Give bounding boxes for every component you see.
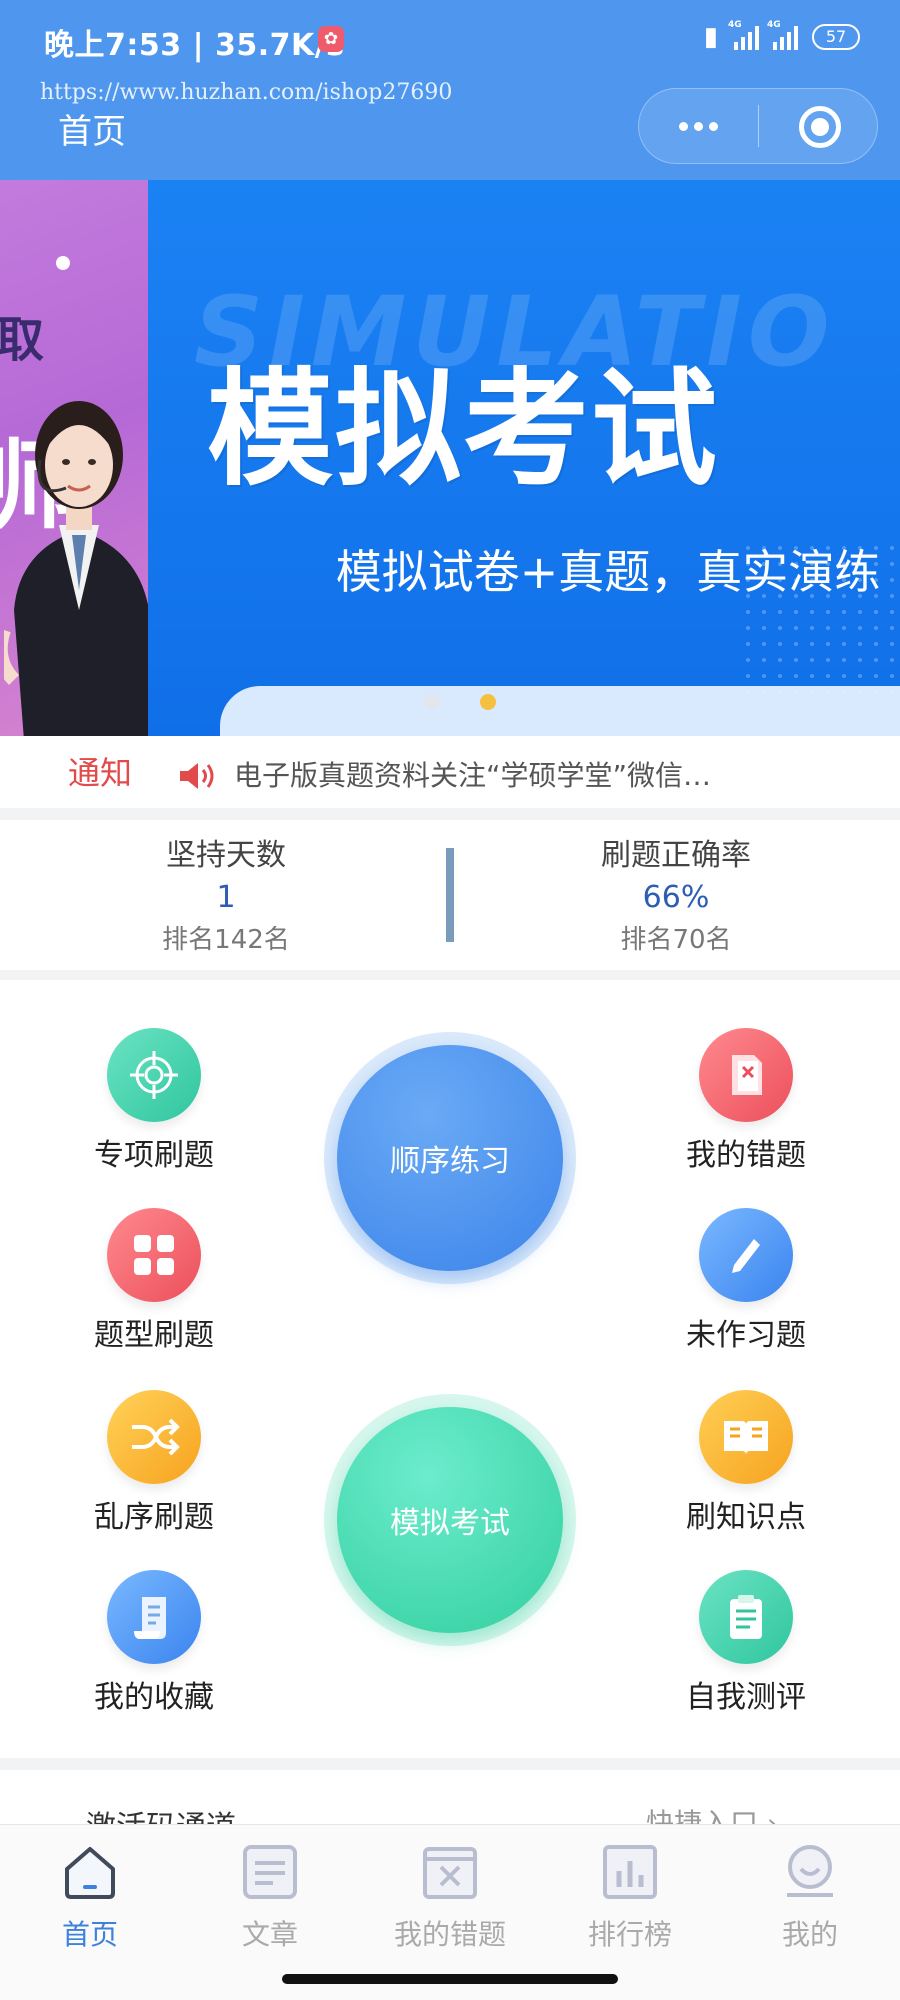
grid-icon — [107, 1208, 201, 1302]
notice-text: 电子版真题资料关注“学硕学堂”微信… — [234, 759, 712, 792]
stat-rank: 排名70名 — [620, 925, 732, 955]
profile-icon — [787, 1845, 833, 1897]
stat-rank: 排名142名 — [162, 925, 290, 955]
status-time: 晚上7:53 | 35.7K/s — [44, 28, 345, 63]
item-label: 未作习题 — [686, 1318, 806, 1353]
document-icon — [107, 1570, 201, 1664]
stat-title: 刷题正确率 — [601, 838, 751, 873]
question-type-practice-button[interactable]: 题型刷题 — [54, 1208, 254, 1354]
my-wrong-questions-button[interactable]: 我的错题 — [646, 1028, 846, 1174]
item-label: 自我测评 — [686, 1680, 806, 1715]
mock-exam-button[interactable]: 模拟考试 — [324, 1394, 576, 1646]
stat-title: 坚持天数 — [166, 838, 286, 873]
banner-title: 模拟考试 — [207, 356, 719, 503]
stats-divider — [446, 848, 454, 942]
more-options-button[interactable] — [639, 89, 758, 163]
mock-exam-label: 模拟考试 — [390, 1506, 510, 1541]
target-icon — [107, 1028, 201, 1122]
sequential-practice-button[interactable]: 顺序练习 — [324, 1032, 576, 1284]
item-label: 我的收藏 — [94, 1680, 214, 1715]
tab-label: 我的 — [781, 1918, 838, 1951]
item-label: 题型刷题 — [94, 1318, 214, 1353]
tab-label: 首页 — [61, 1918, 118, 1951]
my-favorites-button[interactable]: 我的收藏 — [54, 1570, 254, 1716]
tab-label: 文章 — [241, 1918, 298, 1951]
random-practice-button[interactable]: 乱序刷题 — [54, 1390, 254, 1536]
wrong-icon — [423, 1847, 477, 1899]
clipboard-icon — [699, 1570, 793, 1664]
notice-bar[interactable]: 通知 电子版真题资料关注“学硕学堂”微信… — [0, 736, 900, 808]
tab-profile[interactable]: 我的 — [740, 1843, 880, 1953]
watermark-url: https://www.huzhan.com/ishop27690 — [40, 80, 453, 105]
close-miniprogram-button[interactable] — [799, 106, 841, 148]
top-header: 晚上7:53 | 35.7K/s ✿ ▮ 4G 4G 57 https://ww… — [0, 0, 900, 180]
sequential-practice-label: 顺序练习 — [390, 1144, 510, 1179]
battery-indicator: 57 — [812, 24, 860, 50]
quick-entry-row[interactable]: 激活码通道 快捷入口 › — [0, 1770, 900, 1830]
item-label: 专项刷题 — [94, 1138, 214, 1173]
special-practice-button[interactable]: 专项刷题 — [54, 1028, 254, 1174]
wrong-doc-icon — [699, 1028, 793, 1122]
pencil-icon — [699, 1208, 793, 1302]
vibrate-icon: ▮ — [703, 22, 718, 52]
home-icon — [65, 1847, 115, 1899]
shuffle-icon — [107, 1390, 201, 1484]
pager-dot[interactable] — [424, 694, 440, 710]
pager-dot-active[interactable] — [480, 694, 496, 710]
banner-slide-previous[interactable]: 取 师 — [0, 180, 148, 736]
article-icon — [243, 1845, 297, 1899]
banner-slide-mock-exam[interactable]: SIMULATIO 模拟考试 模拟试卷+真题，真实演练 — [148, 180, 900, 736]
miniprogram-capsule — [638, 88, 878, 164]
book-icon — [699, 1390, 793, 1484]
item-label: 刷知识点 — [686, 1500, 806, 1535]
app-notification-icon: ✿ — [318, 26, 344, 52]
carousel-pager — [0, 694, 900, 710]
customer-service-person-image — [4, 401, 148, 736]
tab-ranking[interactable]: 排行榜 — [560, 1843, 700, 1953]
feature-grid: 专项刷题 题型刷题 乱序刷题 我的收藏 顺序练习 模拟考试 我的错题 未作习题 … — [0, 980, 900, 1758]
notice-label: 通知 — [68, 754, 133, 792]
tab-wrong-questions[interactable]: 我的错题 — [380, 1843, 520, 1953]
tab-home[interactable]: 首页 — [20, 1843, 160, 1953]
unanswered-questions-button[interactable]: 未作习题 — [646, 1208, 846, 1354]
self-assessment-button[interactable]: 自我测评 — [646, 1570, 846, 1716]
tab-label: 排行榜 — [587, 1918, 672, 1951]
signal-icon: 4G — [728, 20, 759, 50]
knowledge-points-button[interactable]: 刷知识点 — [646, 1390, 846, 1536]
item-label: 乱序刷题 — [94, 1500, 214, 1535]
status-icons: ▮ 4G 4G 57 — [703, 20, 860, 52]
stats-panel: 坚持天数 1 排名142名 刷题正确率 66% 排名70名 — [0, 820, 900, 970]
speaker-icon — [180, 763, 214, 789]
accuracy-stat: 刷题正确率 66% 排名70名 — [526, 830, 826, 956]
streak-days-stat: 坚持天数 1 排名142名 — [76, 830, 376, 956]
signal-icon-2: 4G — [767, 20, 798, 50]
ranking-icon — [603, 1845, 657, 1899]
stat-value: 1 — [216, 880, 236, 915]
item-label: 我的错题 — [686, 1138, 806, 1173]
tab-articles[interactable]: 文章 — [200, 1843, 340, 1953]
banner-carousel[interactable]: 取 师 SIMULATIO 模拟考试 模拟试卷+真题，真实演练 — [0, 180, 900, 736]
home-indicator — [282, 1974, 618, 1984]
page-title: 首页 — [58, 112, 126, 152]
tab-label: 我的错题 — [393, 1918, 506, 1951]
stat-value: 66% — [642, 880, 710, 915]
